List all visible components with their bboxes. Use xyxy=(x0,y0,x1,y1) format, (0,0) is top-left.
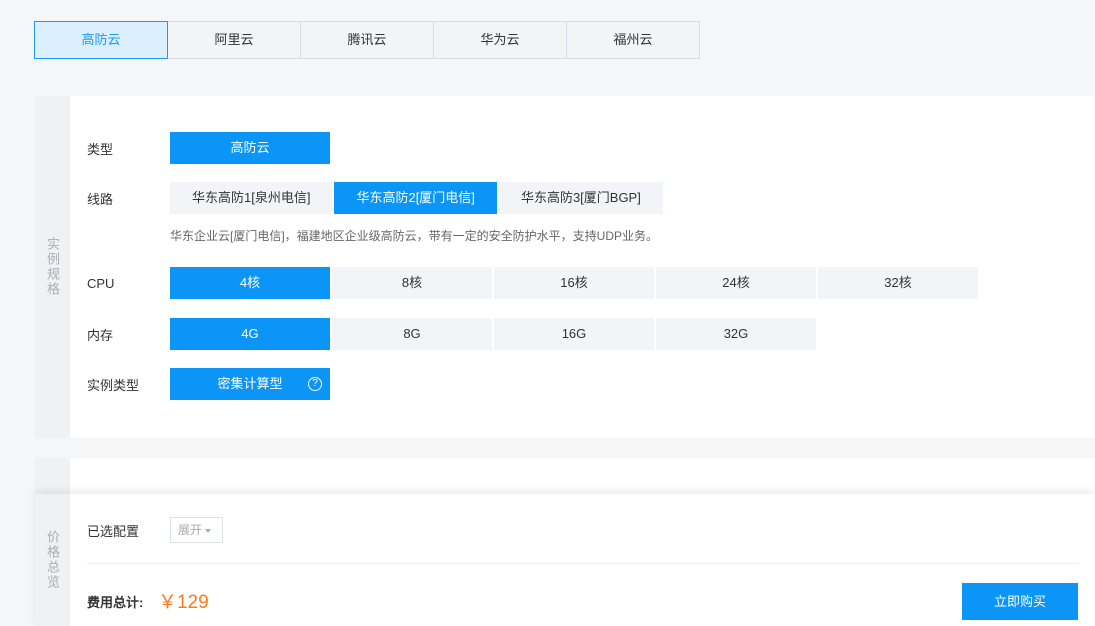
instance-spec-section: 实例规格 类型 高防云 线路 华东高防1[泉州电信] 华东高防2[厦门电信] 华… xyxy=(35,96,1095,438)
memory-option-32g[interactable]: 32G xyxy=(656,318,816,350)
memory-label: 内存 xyxy=(87,327,114,343)
type-label: 类型 xyxy=(87,141,114,157)
instance-type-row: 实例类型 密集计算型 ? xyxy=(87,368,332,400)
type-row: 类型 高防云 xyxy=(87,132,332,164)
divider xyxy=(87,563,1079,564)
cpu-option-4[interactable]: 4核 xyxy=(170,267,330,299)
tab-huawei[interactable]: 华为云 xyxy=(433,21,567,59)
buy-now-button[interactable]: 立即购买 xyxy=(962,583,1078,620)
memory-option-4g[interactable]: 4G xyxy=(170,318,330,350)
instance-type-value: 密集计算型 xyxy=(217,376,283,391)
cpu-option-32[interactable]: 32核 xyxy=(818,267,978,299)
cpu-option-8[interactable]: 8核 xyxy=(332,267,492,299)
price-summary-bar: 价格总览 已选配置 展开 费用总计: ￥129 立即购买 xyxy=(35,494,1095,626)
line-row: 线路 华东高防1[泉州电信] 华东高防2[厦门电信] 华东高防3[厦门BGP] xyxy=(87,182,665,214)
instance-type-label: 实例类型 xyxy=(87,377,140,393)
help-icon[interactable]: ? xyxy=(308,377,322,391)
instance-type-option[interactable]: 密集计算型 ? xyxy=(170,368,330,400)
type-option-gaofangyun[interactable]: 高防云 xyxy=(170,132,330,164)
provider-tabs: 高防云 阿里云 腾讯云 华为云 福州云 xyxy=(34,21,700,59)
section-side-label: 实例规格 xyxy=(35,96,70,438)
cpu-option-16[interactable]: 16核 xyxy=(494,267,654,299)
line-label: 线路 xyxy=(87,191,114,207)
line-option-2[interactable]: 华东高防2[厦门电信] xyxy=(334,182,497,214)
expand-button[interactable]: 展开 xyxy=(170,517,223,543)
cpu-row: CPU 4核 8核 16核 24核 32核 xyxy=(87,267,980,299)
line-option-3[interactable]: 华东高防3[厦门BGP] xyxy=(498,182,663,214)
line-option-1[interactable]: 华东高防1[泉州电信] xyxy=(170,182,333,214)
cpu-label: CPU xyxy=(87,275,115,291)
selected-config-label: 已选配置 xyxy=(87,524,140,539)
expand-label: 展开 xyxy=(178,523,203,537)
line-hint: 华东企业云[厦门电信]，福建地区企业级高防云，带有一定的安全防护水平，支持UDP… xyxy=(170,229,659,243)
memory-option-8g[interactable]: 8G xyxy=(332,318,492,350)
tab-aliyun[interactable]: 阿里云 xyxy=(167,21,301,59)
page: 高防云 阿里云 腾讯云 华为云 福州云 实例规格 类型 高防云 线路 华东高防1… xyxy=(0,0,1095,626)
cpu-option-24[interactable]: 24核 xyxy=(656,267,816,299)
memory-option-16g[interactable]: 16G xyxy=(494,318,654,350)
tab-fuzhou[interactable]: 福州云 xyxy=(566,21,700,59)
tab-tencent[interactable]: 腾讯云 xyxy=(300,21,434,59)
total-label: 费用总计: xyxy=(87,595,144,610)
summary-side-label: 价格总览 xyxy=(35,494,70,626)
total-price: ￥129 xyxy=(158,592,209,613)
tab-gaofangyun[interactable]: 高防云 xyxy=(34,21,168,59)
caret-down-icon xyxy=(205,528,212,533)
memory-row: 内存 4G 8G 16G 32G xyxy=(87,318,818,350)
